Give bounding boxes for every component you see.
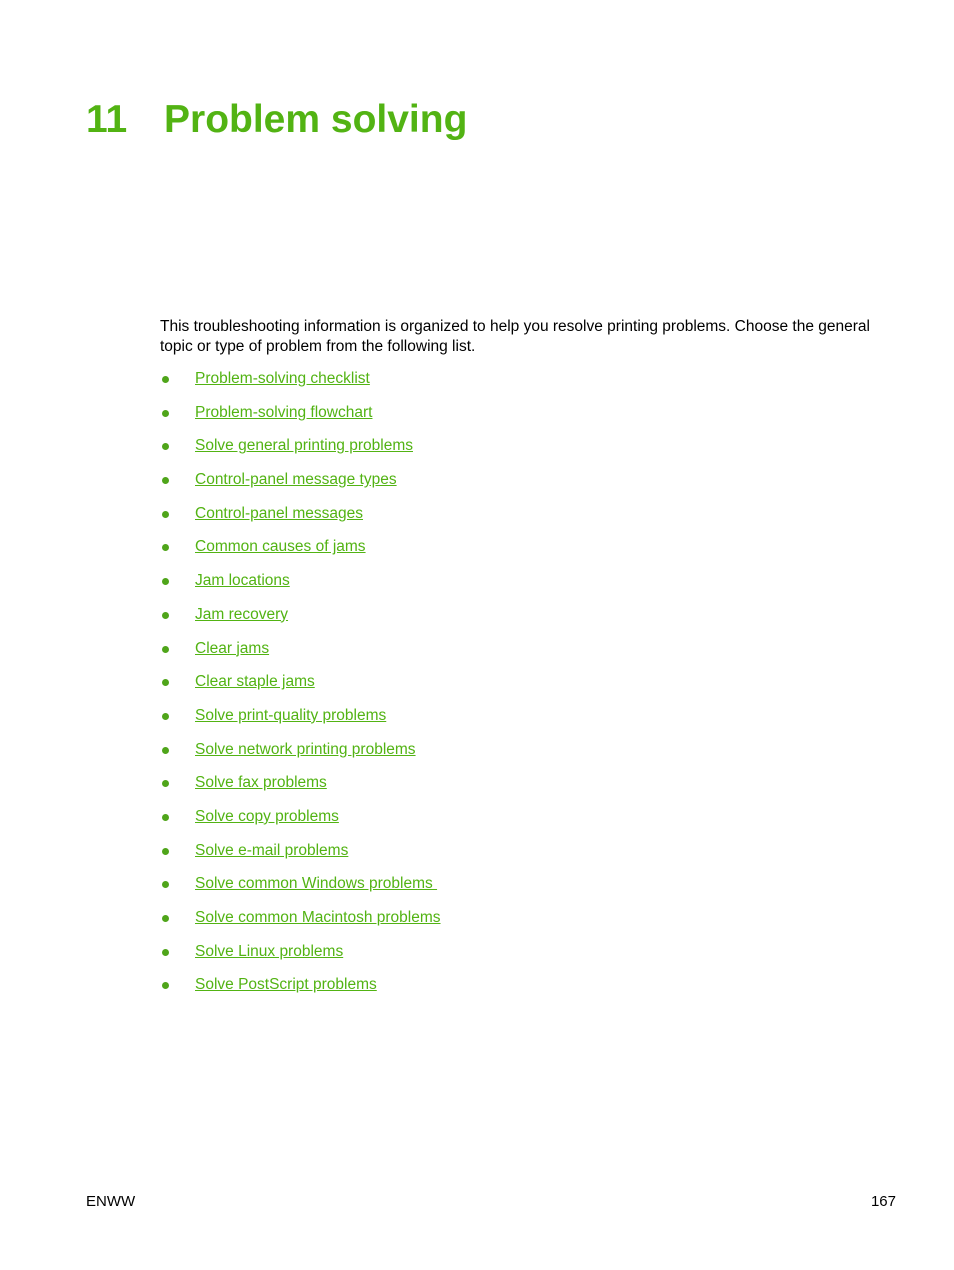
link-control-panel-messages[interactable]: Control-panel messages xyxy=(195,505,363,522)
list-item: Problem-solving flowchart xyxy=(160,403,441,437)
link-jam-locations[interactable]: Jam locations xyxy=(195,572,290,589)
link-jam-recovery[interactable]: Jam recovery xyxy=(195,606,288,623)
page-number: 167 xyxy=(870,1193,896,1210)
bullet-icon xyxy=(162,376,169,383)
link-common-causes-of-jams[interactable]: Common causes of jams xyxy=(195,538,366,555)
bullet-icon xyxy=(162,443,169,451)
bullet-icon xyxy=(162,578,169,586)
link-solve-common-macintosh-problems[interactable]: Solve common Macintosh problems xyxy=(195,909,441,926)
link-solve-fax-problems[interactable]: Solve fax problems xyxy=(195,774,327,791)
bullet-icon xyxy=(162,813,169,821)
list-item: Solve common Windows problems xyxy=(160,874,441,908)
link-clear-staple-jams[interactable]: Clear staple jams xyxy=(195,673,315,690)
intro-paragraph: This troubleshooting information is orga… xyxy=(160,318,870,355)
list-item: Control-panel messages xyxy=(160,504,441,538)
list-item: Jam recovery xyxy=(160,605,441,639)
bullet-icon xyxy=(162,645,169,653)
list-item: Solve network printing problems xyxy=(160,740,441,774)
link-solve-copy-problems[interactable]: Solve copy problems xyxy=(195,808,339,825)
bullet-icon xyxy=(162,948,169,956)
footer-edition-label: ENWW xyxy=(86,1193,136,1210)
bullet-icon xyxy=(162,780,169,788)
list-item: Solve general printing problems xyxy=(160,436,441,470)
link-solve-print-quality-problems[interactable]: Solve print-quality problems xyxy=(195,707,386,724)
bullet-icon xyxy=(162,915,169,922)
list-item: Solve PostScript problems xyxy=(160,975,441,1009)
list-item: Solve fax problems xyxy=(160,773,441,807)
link-solve-linux-problems[interactable]: Solve Linux problems xyxy=(195,943,343,960)
link-solve-network-printing-problems[interactable]: Solve network printing problems xyxy=(195,741,416,758)
link-solve-common-windows-problems[interactable]: Solve common Windows problems xyxy=(195,875,437,892)
list-item: Common causes of jams xyxy=(160,537,441,571)
list-item: Clear staple jams xyxy=(160,672,441,706)
link-problem-solving-checklist[interactable]: Problem-solving checklist xyxy=(195,370,370,387)
list-item: Solve print-quality problems xyxy=(160,706,441,740)
list-item: Control-panel message types xyxy=(160,470,441,504)
link-solve-postscript-problems[interactable]: Solve PostScript problems xyxy=(195,976,377,993)
chapter-number: 11 xyxy=(86,98,128,141)
bullet-icon xyxy=(162,679,169,687)
bullet-icon xyxy=(162,982,169,990)
list-item: Solve e-mail problems xyxy=(160,841,441,875)
list-item: Solve copy problems xyxy=(160,807,441,841)
bullet-icon xyxy=(162,544,169,552)
list-item: Problem-solving checklist xyxy=(160,369,441,403)
bullet-icon xyxy=(162,477,169,485)
topic-link-list: Problem-solving checklist Problem-solvin… xyxy=(160,369,441,1009)
link-clear-jams[interactable]: Clear jams xyxy=(195,640,269,657)
list-item: Clear jams xyxy=(160,639,441,673)
link-solve-general-printing-problems[interactable]: Solve general printing problems xyxy=(195,437,413,454)
link-control-panel-message-types[interactable]: Control-panel message types xyxy=(195,471,397,488)
bullet-icon xyxy=(162,611,169,619)
list-item: Solve Linux problems xyxy=(160,942,441,976)
list-item: Solve common Macintosh problems xyxy=(160,908,441,942)
bullet-icon xyxy=(162,881,169,889)
list-item: Jam locations xyxy=(160,571,441,605)
chapter-title: 11 Problem solving xyxy=(86,96,467,144)
link-solve-email-problems[interactable]: Solve e-mail problems xyxy=(195,842,348,859)
bullet-icon xyxy=(162,409,169,417)
link-problem-solving-flowchart[interactable]: Problem-solving flowchart xyxy=(195,404,372,421)
chapter-title-text: Problem solving xyxy=(164,98,468,141)
bullet-icon xyxy=(162,510,169,518)
bullet-icon xyxy=(162,847,169,855)
bullet-icon xyxy=(162,746,169,754)
bullet-icon xyxy=(162,712,169,720)
